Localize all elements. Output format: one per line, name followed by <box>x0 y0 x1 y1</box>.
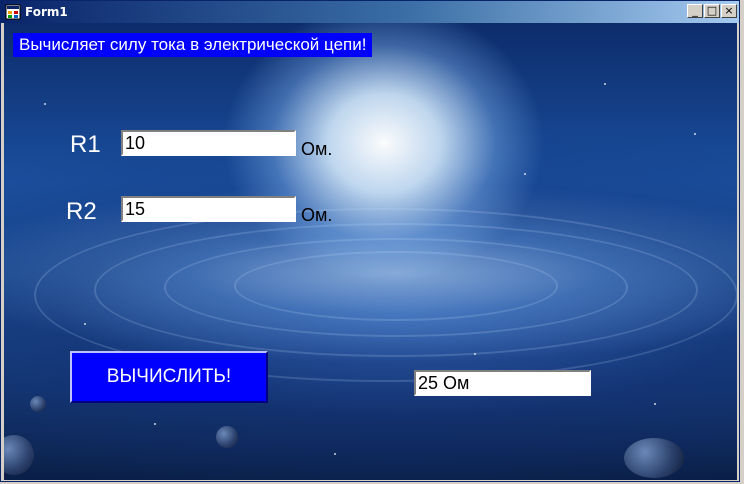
star <box>524 173 526 175</box>
star <box>334 453 336 455</box>
planet <box>216 426 238 448</box>
star <box>694 133 696 135</box>
close-button[interactable]: × <box>721 4 737 18</box>
planet <box>624 438 684 478</box>
window-title: Form1 <box>25 5 68 19</box>
r1-unit-label: Ом. <box>301 139 333 159</box>
star <box>474 353 476 355</box>
title-bar[interactable]: Form1 _ □ × <box>1 1 739 23</box>
calculate-button[interactable]: ВЫЧИСЛИТЬ! <box>70 351 268 403</box>
planet <box>30 396 46 412</box>
star <box>154 423 156 425</box>
form-client-area: Вычисляет силу тока в электрической цепи… <box>4 23 737 480</box>
maximize-button[interactable]: □ <box>704 4 720 18</box>
r1-input[interactable]: 10 <box>121 130 296 156</box>
form-app-icon <box>5 4 21 20</box>
r2-unit-label: Ом. <box>301 205 333 225</box>
r2-input[interactable]: 15 <box>121 196 296 222</box>
star <box>604 83 606 85</box>
app-window: Form1 _ □ × Вычисляет силу тока в электр… <box>0 0 740 482</box>
planet <box>4 435 34 475</box>
r1-label: R1 <box>70 131 101 158</box>
star <box>654 403 656 405</box>
result-field[interactable]: 25 Ом <box>414 370 591 396</box>
star <box>44 103 46 105</box>
description-banner: Вычисляет силу тока в электрической цепи… <box>13 33 373 57</box>
minimize-button[interactable]: _ <box>687 4 703 18</box>
star <box>84 323 86 325</box>
r2-label: R2 <box>66 198 97 225</box>
